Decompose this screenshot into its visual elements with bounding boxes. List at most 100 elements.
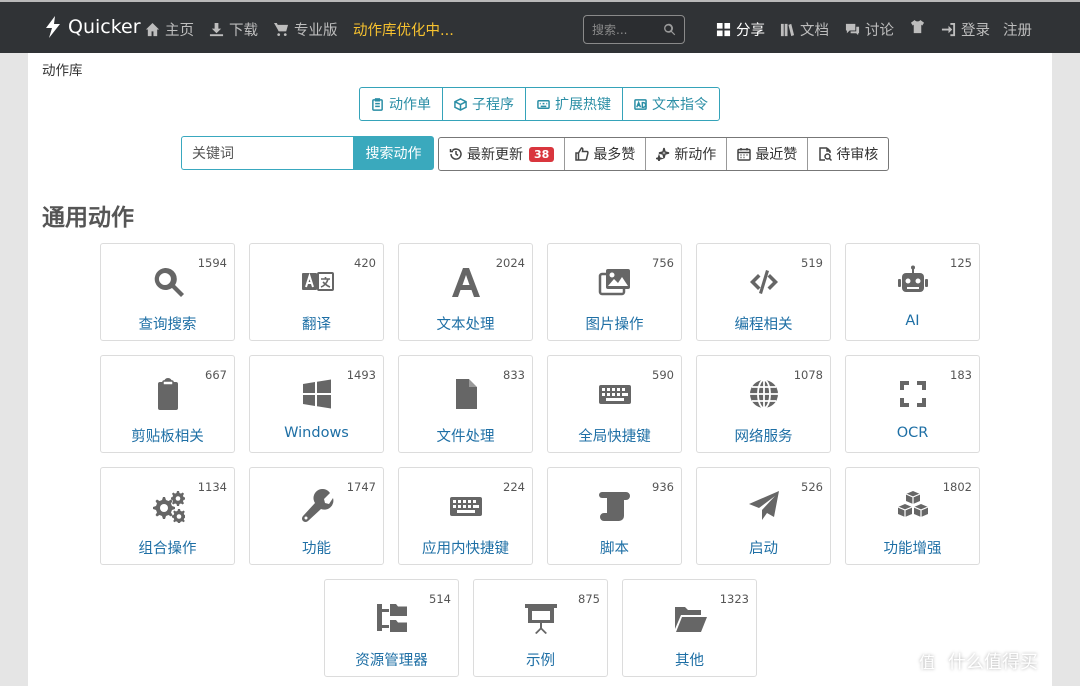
category-label: 其他 <box>675 653 704 669</box>
filter-recent-likes[interactable]: 最近赞 <box>727 138 809 170</box>
category-count: 756 <box>652 256 674 270</box>
nav-notice[interactable]: 动作库优化中... <box>353 19 454 40</box>
category-card[interactable]: 1078 网络服务 <box>696 355 831 453</box>
category-card[interactable]: 1134 组合操作 <box>100 467 235 565</box>
folder-open-icon <box>672 600 708 636</box>
windows-icon <box>299 376 335 412</box>
category-card[interactable]: 526 启动 <box>696 467 831 565</box>
category-count: 420 <box>354 256 376 270</box>
comments-icon <box>845 23 860 36</box>
category-card[interactable]: 224 应用内快捷键 <box>398 467 533 565</box>
category-label: 脚本 <box>600 541 629 557</box>
category-label: 启动 <box>749 541 778 557</box>
filter-new-actions[interactable]: 新动作 <box>646 138 728 170</box>
search-icon <box>150 264 186 300</box>
nav-download[interactable]: 下载 <box>209 19 258 40</box>
category-card[interactable]: 519 编程相关 <box>696 243 831 341</box>
category-count: 1594 <box>197 256 227 270</box>
filter-pending-review[interactable]: 待审核 <box>808 138 888 170</box>
cart-icon <box>274 22 289 37</box>
section-title: 通用动作 <box>42 205 134 231</box>
category-label: 全局快捷键 <box>578 429 651 445</box>
category-count: 519 <box>801 256 823 270</box>
category-card[interactable]: 756 图片操作 <box>547 243 682 341</box>
translate-icon <box>299 264 335 300</box>
category-count: 224 <box>503 480 525 494</box>
category-label: Windows <box>284 425 349 441</box>
category-label: 编程相关 <box>734 317 793 333</box>
search-input[interactable]: 搜索... <box>583 15 685 44</box>
tab-subprogram[interactable]: 子程序 <box>443 88 526 120</box>
category-label: 资源管理器 <box>355 653 428 669</box>
wrench-icon <box>299 488 335 524</box>
category-card[interactable]: 514 资源管理器 <box>324 579 459 677</box>
category-label: 网络服务 <box>734 429 793 445</box>
category-card[interactable]: 833 文件处理 <box>398 355 533 453</box>
category-card[interactable]: 590 全局快捷键 <box>547 355 682 453</box>
category-label: 文本处理 <box>436 317 495 333</box>
brand-name: Quicker <box>68 16 141 38</box>
nav-share[interactable]: 分享 <box>716 19 765 40</box>
brand-logo[interactable]: Quicker <box>44 16 141 38</box>
category-card[interactable]: 1594 查询搜索 <box>100 243 235 341</box>
category-card[interactable]: 1802 功能增强 <box>845 467 980 565</box>
sparkle-icon <box>656 147 670 161</box>
nav-pro[interactable]: 专业版 <box>274 19 338 40</box>
keyboard-icon <box>597 376 633 412</box>
category-card[interactable]: 1747 功能 <box>249 467 384 565</box>
search-actions-button[interactable]: 搜索动作 <box>353 136 434 170</box>
tab-action-list[interactable]: 动作单 <box>360 88 443 120</box>
category-label: OCR <box>896 425 929 441</box>
category-card[interactable]: 875 示例 <box>473 579 608 677</box>
cubes-icon <box>895 488 931 524</box>
scroll-icon <box>597 488 633 524</box>
nav-shirt[interactable] <box>910 19 925 34</box>
sort-filters: 最新更新 38 最多赞 新动作 最近赞 待审核 <box>438 137 890 171</box>
category-count: 936 <box>652 480 674 494</box>
category-card[interactable]: 183 OCR <box>845 355 980 453</box>
category-count: 514 <box>429 592 451 606</box>
category-card[interactable]: 667 剪贴板相关 <box>100 355 235 453</box>
nav-docs[interactable]: 文档 <box>780 19 829 40</box>
paper-plane-icon <box>746 488 782 524</box>
category-label: 应用内快捷键 <box>422 541 509 557</box>
category-count: 183 <box>950 368 972 382</box>
category-label: 示例 <box>526 653 555 669</box>
category-card[interactable]: 936 脚本 <box>547 467 682 565</box>
category-card[interactable]: 125 AI <box>845 243 980 341</box>
thumbs-up-icon <box>575 147 589 161</box>
robot-icon <box>895 264 931 300</box>
category-label: 剪贴板相关 <box>131 429 204 445</box>
category-card[interactable]: 1323 其他 <box>622 579 757 677</box>
category-count: 526 <box>801 480 823 494</box>
watermark-logo: 值 <box>912 646 942 676</box>
nav-register[interactable]: 注册 <box>1003 19 1032 40</box>
breadcrumb: 动作库 <box>42 63 83 79</box>
folder-tree-icon <box>374 600 410 636</box>
lightning-icon <box>46 16 60 38</box>
clipboard-icon <box>372 97 383 111</box>
nav-home[interactable]: 主页 <box>145 19 194 40</box>
category-label: 图片操作 <box>585 317 644 333</box>
download-icon <box>209 22 224 37</box>
category-card[interactable]: 2024 文本处理 <box>398 243 533 341</box>
filter-most-liked[interactable]: 最多赞 <box>565 138 647 170</box>
filter-latest[interactable]: 最新更新 38 <box>439 138 566 170</box>
category-count: 2024 <box>495 256 525 270</box>
keyboard-icon <box>448 488 484 524</box>
category-count: 1747 <box>346 480 376 494</box>
search-icon <box>664 23 676 36</box>
category-card[interactable]: 1493 Windows <box>249 355 384 453</box>
presentation-icon <box>523 600 559 636</box>
category-count: 1134 <box>197 480 227 494</box>
category-card[interactable]: 420 翻译 <box>249 243 384 341</box>
nav-login[interactable]: 登录 <box>941 19 990 40</box>
keyword-input[interactable]: 关键词 <box>181 136 353 170</box>
nav-discuss[interactable]: 讨论 <box>845 19 894 40</box>
tab-hotkeys[interactable]: 扩展热键 <box>526 88 623 120</box>
category-count: 125 <box>950 256 972 270</box>
category-label: 功能增强 <box>883 541 942 557</box>
tab-text-commands[interactable]: 文本指令 <box>623 88 719 120</box>
books-icon <box>780 23 795 37</box>
ad-icon <box>634 98 647 110</box>
